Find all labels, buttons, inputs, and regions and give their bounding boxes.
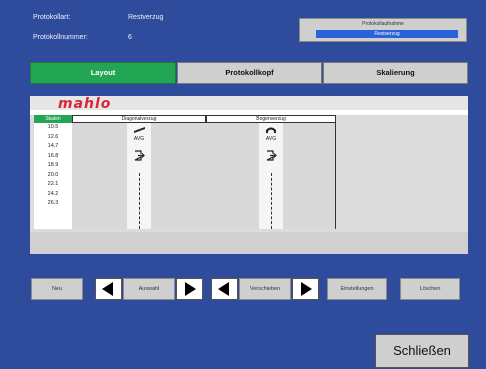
scale-value: 24.2	[47, 190, 59, 197]
verschieben-label: Verschieben	[239, 278, 291, 300]
column-icon-label: AVG	[265, 136, 277, 142]
column-header-diagonalverzug[interactable]: Diagonalverzug	[72, 115, 206, 123]
arrow-left-icon	[218, 282, 229, 296]
neu-button[interactable]: Neu	[31, 278, 83, 300]
verschieben-prev-button[interactable]	[211, 278, 238, 300]
arch-icon	[266, 127, 276, 133]
schliessen-button[interactable]: Schließen	[375, 334, 469, 368]
column-dashed-line	[271, 173, 272, 229]
scale-column: 10.5 12.6 14.7 16.8 18.9 20.0 22.1 24.2 …	[34, 123, 72, 229]
scale-value: 16.8	[47, 152, 59, 159]
scale-value: 20.0	[47, 171, 59, 178]
tab-protokollkopf[interactable]: Protokollkopf	[177, 62, 322, 84]
column-diagonalverzug[interactable]: AVG	[72, 123, 206, 229]
arrow-left-icon	[102, 282, 113, 296]
protokollart-label: Protokollart:	[33, 14, 71, 21]
loeschen-button[interactable]: Löschen	[400, 278, 460, 300]
arrow-right-icon	[185, 282, 196, 296]
auswahl-next-button[interactable]	[176, 278, 203, 300]
auswahl-prev-button[interactable]	[95, 278, 122, 300]
export-icon	[134, 150, 145, 161]
scale-value: 22.1	[47, 181, 59, 187]
panel-footer	[30, 232, 468, 254]
tab-layout[interactable]: Layout	[30, 62, 176, 84]
scale-value: 10.5	[47, 124, 59, 130]
verschieben-next-button[interactable]	[292, 278, 319, 300]
scale-value: 12.6	[47, 133, 59, 140]
column-header-bogenverzug[interactable]: Bogenverzug	[206, 115, 336, 123]
protokollart-value: Restverzug	[128, 14, 164, 21]
column-track: AVG	[259, 123, 283, 229]
scale-column-header: Skalen	[34, 115, 72, 123]
arrow-right-icon	[301, 282, 312, 296]
column-icon-label: AVG	[133, 136, 145, 142]
einstellungen-button[interactable]: Einstellungen	[327, 278, 387, 300]
column-track: AVG	[127, 123, 151, 229]
auswahl-label: Auswahl	[123, 278, 175, 300]
column-separator	[335, 115, 336, 229]
scale-value: 14.7	[47, 143, 59, 149]
scale-value: 18.9	[47, 162, 59, 168]
protokollnummer-label: Protokollnummer:	[33, 34, 88, 41]
scale-value: 26.3	[47, 200, 59, 206]
column-dashed-line	[139, 173, 140, 229]
protokollaufnahme-title: Protokollaufnahme	[362, 21, 404, 27]
column-bogenverzug[interactable]: AVG	[206, 115, 336, 229]
protokollaufnahme-box[interactable]: Protokollaufnahme Restverzug	[299, 18, 467, 42]
export-icon	[266, 150, 277, 161]
protokollaufnahme-value: Restverzug	[316, 30, 458, 38]
tab-skalierung[interactable]: Skalierung	[323, 62, 468, 84]
protokollnummer-value: 6	[128, 34, 132, 41]
glasses-icon	[134, 127, 145, 133]
